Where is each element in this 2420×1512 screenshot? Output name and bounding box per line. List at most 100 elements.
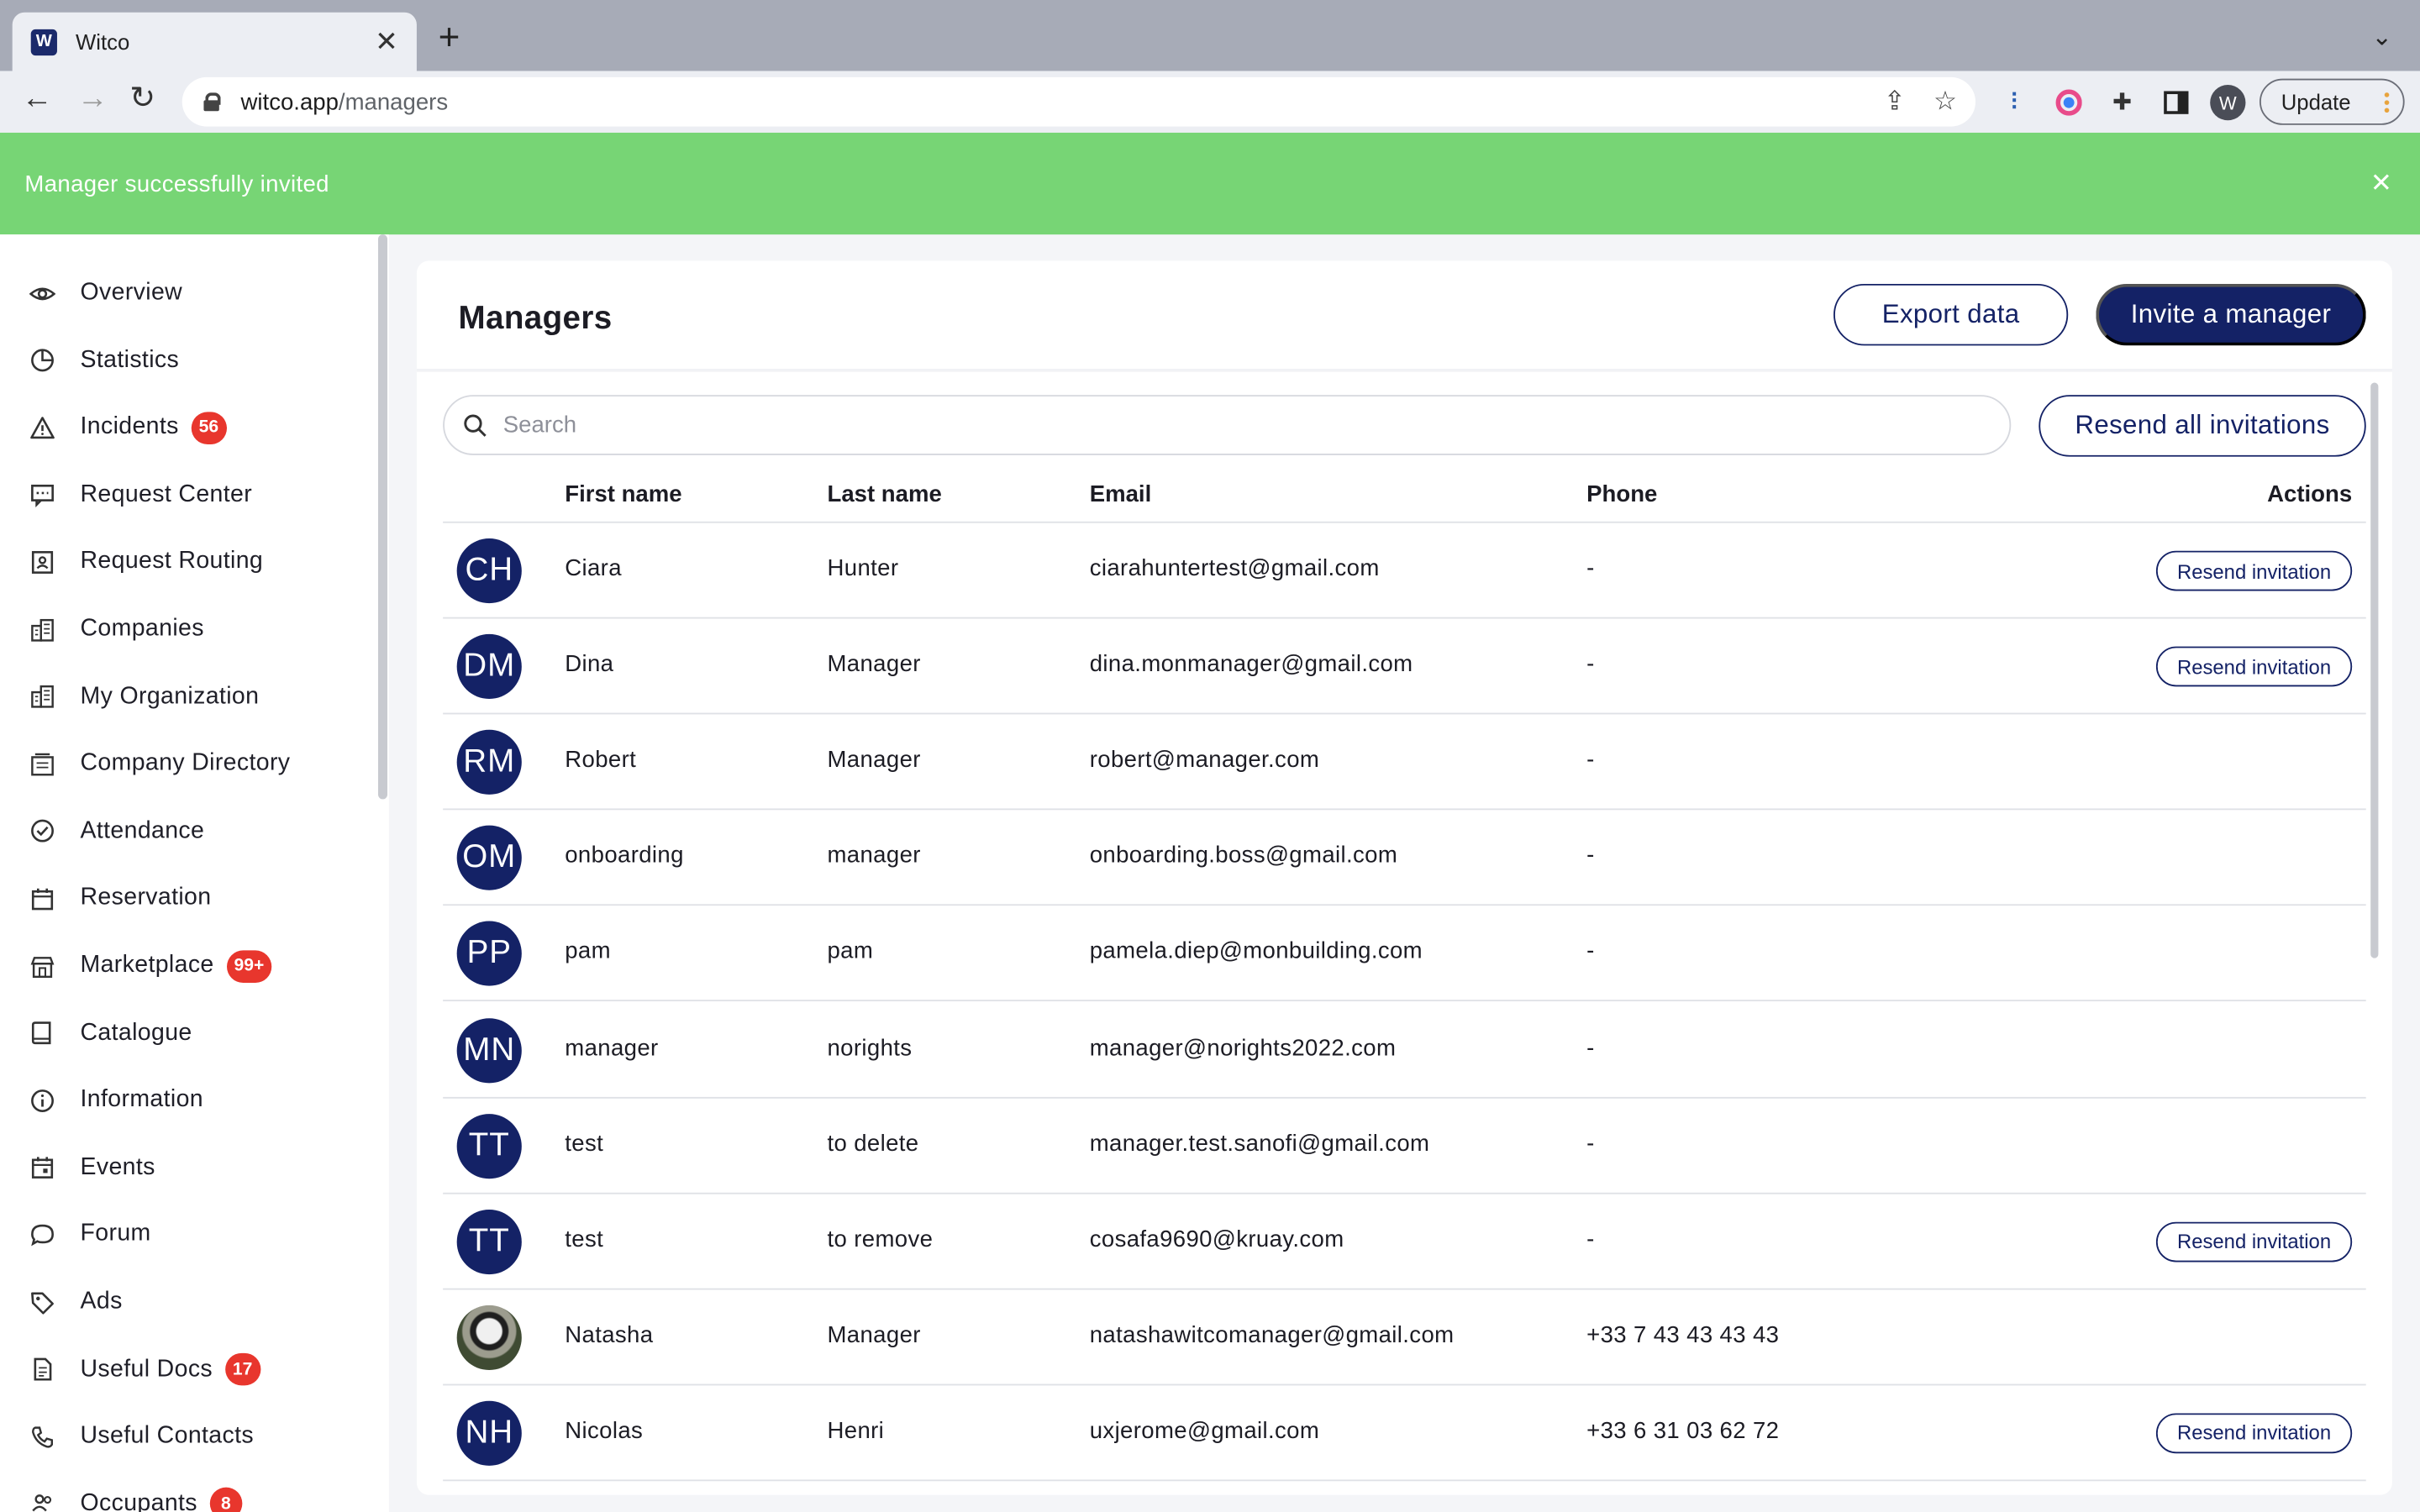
sidebar-item-label: Reservation [80,885,212,911]
table-row[interactable]: TT test to delete manager.test.sanofi@gmail… [443,1098,2366,1194]
sidebar-item-forum[interactable]: Forum [28,1212,151,1258]
content-scrollbar[interactable] [2370,382,2379,958]
email-cell: ciarahuntertest@gmail.com [1089,555,1380,582]
export-data-button[interactable]: Export data [1833,283,2069,346]
browser-tab-bar: W Witco ✕ + ⌄ [0,0,2420,71]
new-tab-icon[interactable]: + [439,19,460,57]
sidebar-item-occupants[interactable]: Occupants 8 [28,1481,243,1512]
close-tab-icon[interactable]: ✕ [375,28,398,55]
search-field[interactable] [443,395,2012,455]
sidebar-item-information[interactable]: Information [28,1077,203,1123]
side-panel-icon[interactable] [2160,87,2191,118]
update-button[interactable]: Update [2259,78,2405,125]
sidebar-item-request-center[interactable]: Request Center [28,472,252,518]
table-row[interactable]: RM Robert Manager robert@manager.com - [443,715,2366,811]
address-bar[interactable]: witco.app/managers ⇪ ☆ [182,76,1976,127]
forward-arrow-icon[interactable]: → [77,83,108,114]
sidebar-item-request-routing[interactable]: Request Routing [28,539,263,585]
sidebar-item-useful-contacts[interactable]: Useful Contacts [28,1414,254,1460]
last-name-cell: pam [827,938,874,965]
search-input[interactable] [502,412,1892,438]
resend-invitation-button[interactable]: Resend invitation [2155,550,2353,591]
resend-invitation-button[interactable]: Resend invitation [2155,1413,2353,1454]
sidebar-item-my-organization[interactable]: My Organization [28,674,259,720]
email-cell: manager.test.sanofi@gmail.com [1089,1130,1430,1157]
avatar: PP [456,921,522,987]
resend-invitation-button[interactable]: Resend invitation [2155,1221,2353,1262]
lock-icon[interactable] [203,92,221,112]
browser-toolbar: ← → ↻ witco.app/managers ⇪ ☆ ⫶ ✚ W Updat… [0,71,2420,133]
back-arrow-icon[interactable]: ← [22,83,53,114]
column-phone[interactable]: Phone [1586,481,1657,507]
star-icon[interactable]: ☆ [1933,87,1957,118]
avatar: DM [456,634,522,700]
last-name-cell: to remove [827,1226,934,1252]
phone-cell: - [1586,1034,1595,1061]
sidebar-item-label: Overview [80,279,183,306]
sidebar-item-label: Forum [80,1221,151,1247]
table-row[interactable]: MN manager norights manager@norights2022.co… [443,1002,2366,1098]
phone-cell: - [1586,1130,1595,1157]
close-icon[interactable]: ✕ [2370,170,2392,196]
table-row[interactable]: TT test to remove cosafa9690@kruay.com - Rese… [443,1194,2366,1289]
sidebar-item-reservation[interactable]: Reservation [28,875,211,921]
sidebar-item-label: My Organization [80,682,260,710]
sidebar-item-label: Companies [80,615,204,643]
sidebar-item-attendance[interactable]: Attendance [28,808,204,854]
sidebar-item-events[interactable]: Events [28,1144,155,1190]
sidebar-item-ads[interactable]: Ads [28,1279,123,1326]
share-icon[interactable]: ⇪ [1884,87,1906,118]
sidebar-item-useful-docs[interactable]: Useful Docs 17 [28,1347,260,1393]
profile-avatar[interactable]: W [2210,85,2246,121]
browser-tab[interactable]: W Witco ✕ [12,12,417,71]
avatar: RM [456,730,522,795]
table-row[interactable]: CH Ciara Hunter ciarahuntertest@gmail.com - R… [443,523,2366,619]
extensions-puzzle-icon[interactable]: ✚ [2107,87,2138,118]
sidebar-item-label: Events [80,1153,155,1180]
resend-all-invitations-button[interactable]: Resend all invitations [2039,395,2366,457]
phone-cell: - [1586,1226,1595,1252]
sidebar-item-incidents[interactable]: Incidents 56 [28,405,227,451]
phone-icon [28,1423,55,1451]
warning-icon [28,414,55,442]
last-name-cell: Manager [827,1321,921,1348]
email-cell: pamela.diep@monbuilding.com [1089,938,1423,965]
sidebar-item-label: Ads [80,1288,123,1315]
table-row[interactable]: NH Nicolas Henri uxjerome@gmail.com +33 6 31… [443,1385,2366,1482]
tag-icon [28,1289,55,1316]
column-email[interactable]: Email [1090,481,1152,507]
sidebar-item-statistics[interactable]: Statistics [28,337,179,383]
table-row[interactable]: DM Dina Manager dina.monmanager@gmail.com - R… [443,619,2366,715]
book-icon [28,1019,55,1047]
table-row[interactable]: Natasha Manager natashawitcomanager@gmail.… [443,1289,2366,1386]
table-row[interactable]: OM onboarding manager onboarding.boss@gmail… [443,811,2366,906]
reload-icon[interactable]: ↻ [129,83,155,114]
contact-card-icon [28,549,55,576]
sidebar: Overview Statistics Incidents 56 Request Cen… [0,234,389,1512]
sidebar-item-companies[interactable]: Companies [28,606,204,653]
column-last-name[interactable]: Last name [827,481,941,507]
sidebar-item-overview[interactable]: Overview [28,270,182,316]
sidebar-item-marketplace[interactable]: Marketplace 99+ [28,942,272,989]
resend-invitation-button[interactable]: Resend invitation [2155,646,2353,687]
column-first-name[interactable]: First name [565,481,681,507]
toast-message: Manager successfully invited [24,170,329,197]
sidebar-scrollbar[interactable] [378,234,388,800]
extension-bars-icon[interactable]: ⫶ [1999,87,2030,118]
page-title: Managers [458,301,613,337]
calendar-icon [28,885,55,912]
table-row[interactable]: PP pam pam pamela.diep@monbuilding.com - [443,906,2366,1002]
first-name-cell: manager [565,1034,659,1061]
sidebar-item-label: Incidents [80,413,179,440]
building-icon [28,683,55,711]
sidebar-item-company-directory[interactable]: Company Directory [28,741,290,787]
email-cell: cosafa9690@kruay.com [1089,1226,1344,1252]
table-header: First name Last name Email Phone Actions [443,469,2366,523]
chevron-down-icon[interactable]: ⌄ [2371,22,2392,53]
last-name-cell: to delete [827,1130,919,1157]
invite-manager-button[interactable]: Invite a manager [2096,283,2366,346]
sidebar-item-catalogue[interactable]: Catalogue [28,1010,192,1056]
more-menu-icon[interactable] [2384,91,2390,113]
event-calendar-icon [28,1154,55,1182]
extension-color-icon[interactable] [2053,87,2084,118]
